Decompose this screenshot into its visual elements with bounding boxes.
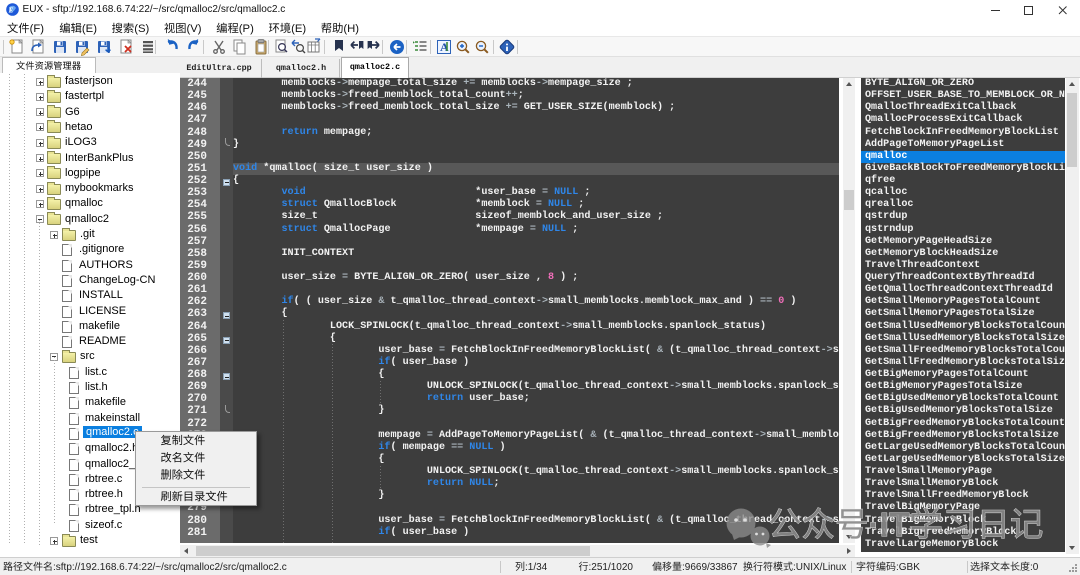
svg-text:E: E [8, 7, 14, 15]
